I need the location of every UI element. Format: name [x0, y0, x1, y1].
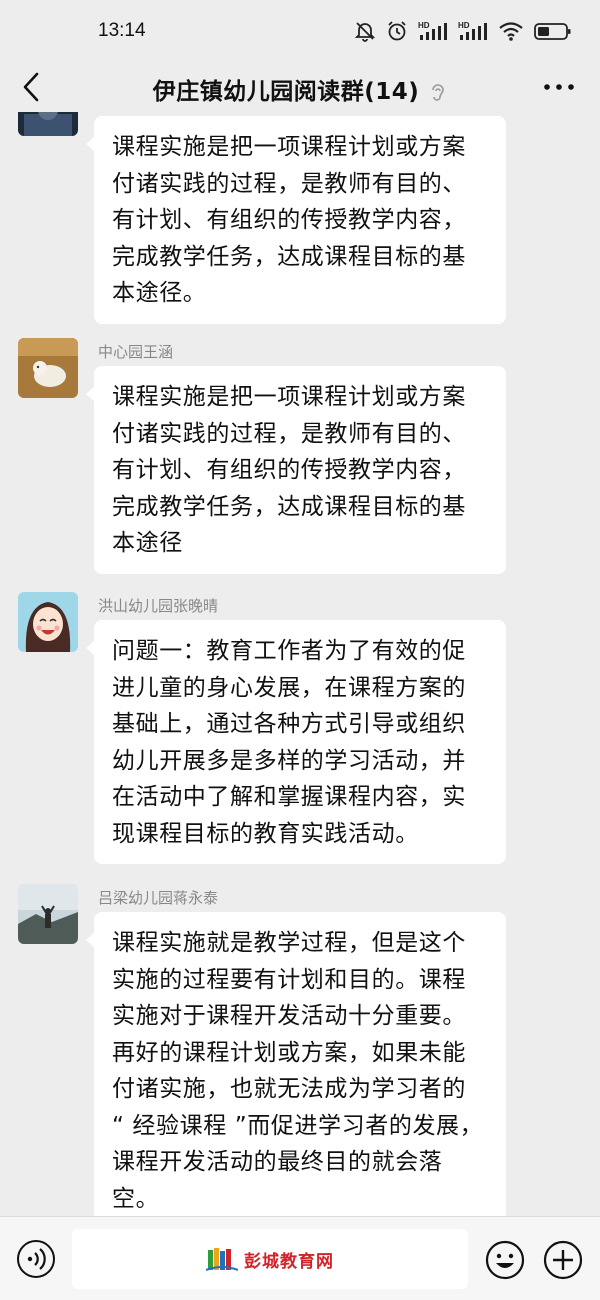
sender-name: 中心园王涵 — [98, 343, 174, 361]
avatar[interactable] — [18, 592, 78, 652]
sender-name: 吕梁幼儿园蒋永泰 — [98, 889, 219, 907]
chat-header: 伊庄镇幼儿园阅读群(14) — [0, 62, 600, 112]
hd-signal-icon: HD — [418, 21, 447, 40]
hd-signal-icon: HD — [458, 21, 487, 40]
ear-icon — [432, 83, 445, 101]
message-list[interactable]: 课程实施是把一项课程计划或方案 付诸实践的过程，是教师有目的、 有计划、有组织的… — [0, 112, 600, 1216]
message-line: 实施的过程要有计划和目的。课程 — [112, 966, 466, 993]
message-bubble[interactable]: 课程实施就是教学过程，但是这个 实施的过程要有计划和目的。课程 实施对于课程开发… — [86, 912, 506, 1216]
message-line: 付诸实践的过程，是教师有目的、 — [112, 420, 466, 447]
message-line: 本途径。 — [112, 280, 207, 306]
status-bar: 13:14 HD HD — [0, 0, 600, 62]
message-line: 付诸实践的过程，是教师有目的、 — [112, 170, 466, 197]
message-line: 课程开发活动的最终目的就会落 — [112, 1149, 443, 1175]
avatar[interactable] — [18, 884, 78, 944]
message-line: 在活动中了解和掌握课程内容，实 — [112, 784, 466, 810]
alarm-icon — [388, 21, 406, 41]
wifi-icon — [499, 22, 523, 41]
message-line: 付诸实施，也就无法成为学习者的 — [112, 1076, 466, 1102]
battery-icon — [534, 23, 571, 40]
message-line: 课程实施是把一项课程计划或方案 — [112, 384, 466, 410]
message-line: 课程实施是把一项课程计划或方案 — [112, 134, 466, 160]
more-button[interactable] — [542, 76, 576, 98]
message-line: 问题一：教育工作者为了有效的促 — [112, 638, 466, 664]
message-line: 基础上，通过各种方式引导或组织 — [112, 711, 466, 737]
svg-text:HD: HD — [458, 21, 470, 30]
status-icons: HD HD — [354, 20, 572, 42]
message-bubble[interactable]: 问题一：教育工作者为了有效的促 进儿童的身心发展，在课程方案的 基础上，通过各种… — [86, 620, 506, 864]
message-line: 完成教学任务，达成课程目标的基 — [112, 243, 466, 270]
status-time: 13:14 — [98, 20, 146, 41]
input-bar: 彭城教育网 — [0, 1216, 600, 1300]
message-line: 完成教学任务，达成课程目标的基 — [112, 493, 466, 520]
message-bubble[interactable]: 课程实施是把一项课程计划或方案 付诸实践的过程，是教师有目的、 有计划、有组织的… — [86, 116, 506, 324]
message-line: 实施对于课程开发活动十分重要。 — [112, 1003, 466, 1029]
avatar[interactable] — [18, 338, 78, 398]
message-line: 有计划、有组织的传授教学内容， — [112, 207, 466, 233]
message-line: “ 经验课程 ”而促进学习者的发展， — [112, 1112, 484, 1139]
chat-title: 伊庄镇幼儿园阅读群(14) — [152, 79, 420, 105]
chat-title-wrap: 伊庄镇幼儿园阅读群(14) — [0, 72, 600, 106]
message-line: 本途径 — [112, 530, 183, 556]
watermark-text: 彭城教育网 — [244, 1251, 334, 1272]
avatar[interactable] — [18, 112, 78, 136]
message-bubble[interactable]: 课程实施是把一项课程计划或方案 付诸实践的过程，是教师有目的、 有计划、有组织的… — [86, 366, 506, 574]
message-line: 有计划、有组织的传授教学内容， — [112, 457, 466, 483]
voice-icon[interactable] — [16, 1239, 56, 1279]
message-line: 进儿童的身心发展，在课程方案的 — [112, 674, 466, 701]
message-line: 再好的课程计划或方案，如果未能 — [112, 1039, 466, 1066]
message-line: 现课程目标的教育实践活动。 — [112, 820, 419, 847]
message-input[interactable]: 彭城教育网 — [72, 1229, 468, 1289]
mute-bell-icon — [354, 22, 376, 42]
message-line: 课程实施就是教学过程，但是这个 — [112, 930, 466, 956]
watermark: 彭城教育网 — [206, 1246, 334, 1272]
emoji-icon[interactable] — [484, 1239, 526, 1281]
svg-text:HD: HD — [418, 21, 430, 30]
plus-icon[interactable] — [542, 1239, 584, 1281]
book-logo-icon — [206, 1248, 238, 1271]
sender-name: 洪山幼儿园张晚晴 — [98, 597, 219, 615]
message-line: 幼儿开展多是多样的学习活动，并 — [112, 747, 466, 774]
message-line: 空。 — [112, 1185, 160, 1212]
